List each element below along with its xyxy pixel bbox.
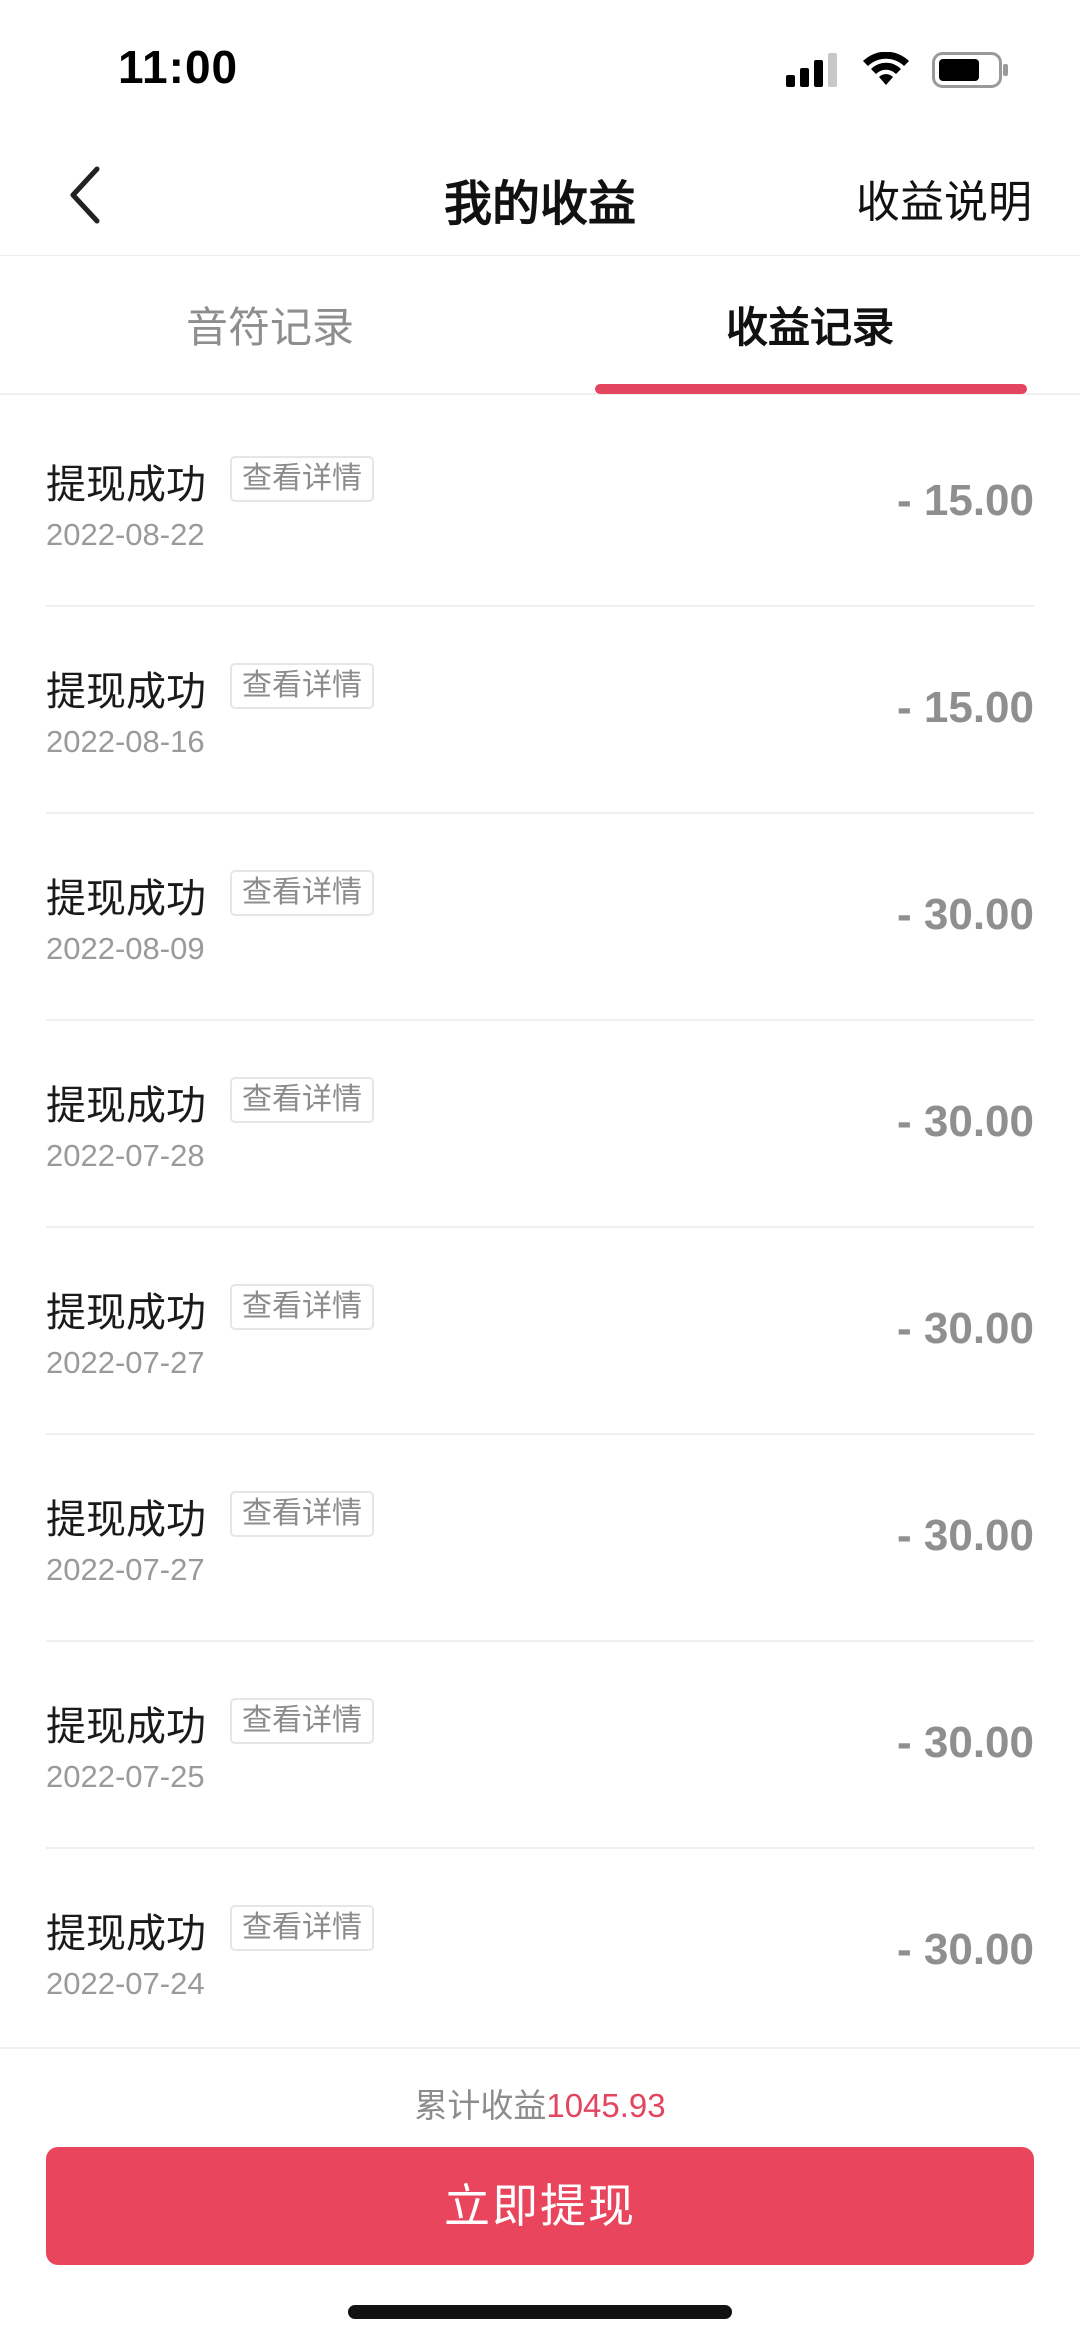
view-details-button[interactable]: 查看详情 [230,456,374,502]
view-details-button[interactable]: 查看详情 [230,1284,374,1330]
view-details-button[interactable]: 查看详情 [230,663,374,709]
tab-earnings-records[interactable]: 收益记录 [540,294,1080,355]
view-details-button[interactable]: 查看详情 [230,870,374,916]
list-item[interactable]: 提现成功 查看详情 2022-07-27 - 30.00 [46,1228,1034,1435]
list-item[interactable]: 提现成功 查看详情 2022-07-27 - 30.00 [46,1435,1034,1642]
record-amount: - 15.00 [897,683,1034,732]
record-amount: - 30.00 [897,1718,1034,1767]
list-item[interactable]: 提现成功 查看详情 2022-08-09 - 30.00 [46,814,1034,1021]
list-item[interactable]: 提现成功 查看详情 2022-08-22 - 15.00 [46,400,1034,607]
record-title: 提现成功 [46,1083,206,1129]
view-details-button[interactable]: 查看详情 [230,1905,374,1951]
record-amount: - 30.00 [897,1304,1034,1353]
status-icons [786,52,1010,88]
record-date: 2022-07-25 [46,1759,205,1794]
list-item[interactable]: 提现成功 查看详情 2022-07-25 - 30.00 [46,1642,1034,1849]
record-title: 提现成功 [46,669,206,715]
total-earnings: 累计收益1045.93 [0,2079,1080,2127]
record-date: 2022-08-16 [46,724,205,759]
active-tab-indicator [595,384,1027,394]
status-time: 11:00 [118,41,239,93]
wifi-icon [863,52,909,85]
record-title: 提现成功 [46,1704,206,1750]
record-date: 2022-08-09 [46,931,205,966]
total-earnings-value: 1045.93 [546,2087,666,2124]
view-details-button[interactable]: 查看详情 [230,1698,374,1744]
status-bar: 11:00 [0,0,1080,140]
tab-bar: 音符记录 收益记录 [0,255,1080,395]
record-title: 提现成功 [46,462,206,508]
list-item[interactable]: 提现成功 查看详情 2022-07-28 - 30.00 [46,1021,1034,1228]
record-amount: - 30.00 [897,1511,1034,1560]
earnings-explanation-link[interactable]: 收益说明 [856,166,1032,230]
record-amount: - 30.00 [897,1925,1034,1974]
list-item[interactable]: 提现成功 查看详情 2022-08-16 - 15.00 [46,607,1034,814]
tab-note-records[interactable]: 音符记录 [0,294,540,355]
view-details-button[interactable]: 查看详情 [230,1491,374,1537]
record-date: 2022-07-28 [46,1138,205,1173]
list-item[interactable]: 提现成功 查看详情 2022-07-24 - 30.00 [46,1849,1034,2056]
cellular-signal-icon [786,53,837,87]
view-details-button[interactable]: 查看详情 [230,1077,374,1123]
record-date: 2022-07-27 [46,1345,205,1380]
record-title: 提现成功 [46,1497,206,1543]
bottom-bar: 累计收益1045.93 立即提现 [0,2047,1080,2337]
nav-bar: 我的收益 收益说明 [0,140,1080,255]
record-title: 提现成功 [46,876,206,922]
record-date: 2022-08-22 [46,517,205,552]
home-indicator [348,2305,732,2319]
withdraw-now-button[interactable]: 立即提现 [46,2147,1034,2265]
record-amount: - 30.00 [897,890,1034,939]
earnings-record-list: 提现成功 查看详情 2022-08-22 - 15.00 提现成功 查看详情 2… [0,400,1080,2056]
record-date: 2022-07-27 [46,1552,205,1587]
record-title: 提现成功 [46,1290,206,1336]
record-amount: - 15.00 [897,476,1034,525]
record-title: 提现成功 [46,1911,206,1957]
battery-icon [932,52,1008,88]
record-amount: - 30.00 [897,1097,1034,1146]
record-date: 2022-07-24 [46,1966,205,2001]
total-earnings-label: 累计收益 [414,2086,547,2125]
